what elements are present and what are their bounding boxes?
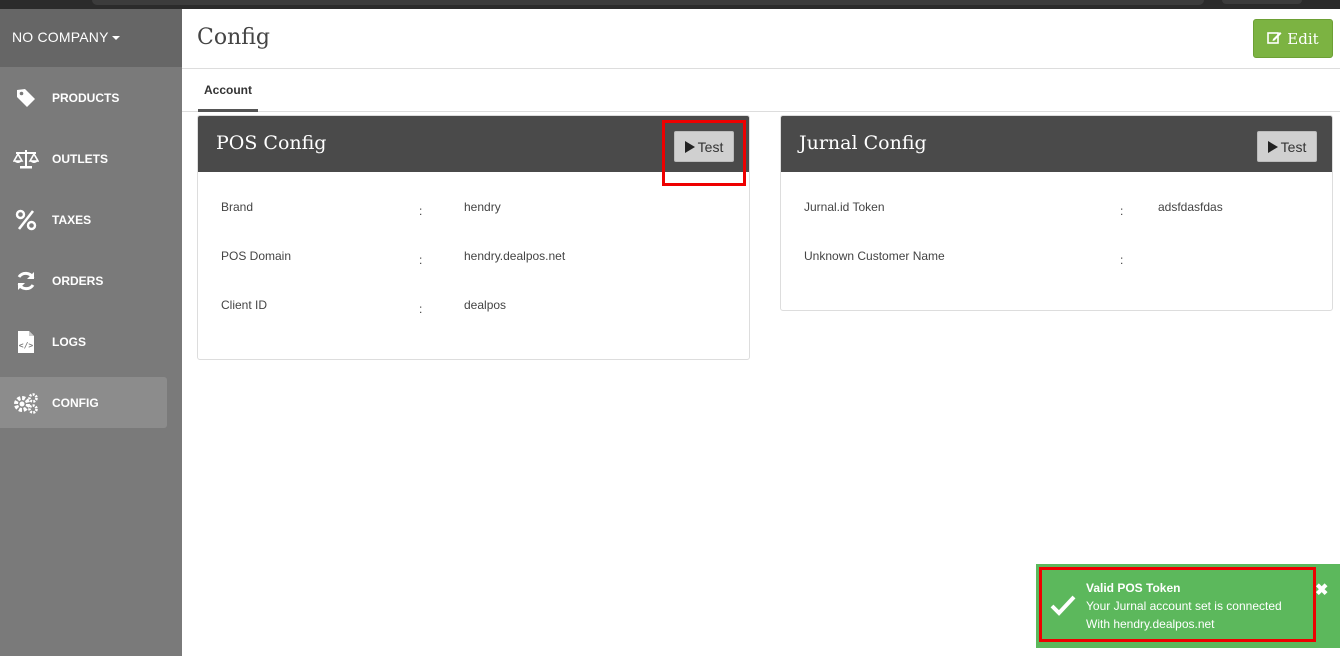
sidebar: NO COMPANY PRODUCTS OUTLETS TAXES ORDERS bbox=[0, 9, 182, 656]
company-label: NO COMPANY bbox=[12, 29, 109, 45]
row-separator: : bbox=[1120, 204, 1124, 218]
sidebar-item-label: TAXES bbox=[52, 212, 92, 227]
sidebar-item-label: CONFIG bbox=[52, 395, 99, 410]
code-file-icon: </> bbox=[0, 330, 52, 354]
balance-scale-icon bbox=[0, 148, 52, 170]
row-separator: : bbox=[419, 302, 423, 316]
sidebar-item-label: OUTLETS bbox=[52, 151, 108, 166]
jurnal-row-token: Jurnal.id Token : adsfdasfdas bbox=[781, 172, 1332, 221]
percent-icon bbox=[0, 209, 52, 231]
company-selector[interactable]: NO COMPANY bbox=[0, 9, 182, 67]
sidebar-item-label: PRODUCTS bbox=[52, 90, 120, 105]
close-icon[interactable]: ✖ bbox=[1315, 580, 1328, 600]
page-title: Config bbox=[197, 25, 271, 50]
row-value: hendry.dealpos.net bbox=[464, 249, 566, 263]
row-label: Jurnal.id Token bbox=[804, 200, 885, 214]
row-value: dealpos bbox=[464, 298, 507, 312]
caret-down-icon bbox=[111, 36, 120, 41]
row-label: Unknown Customer Name bbox=[804, 249, 945, 263]
sidebar-item-taxes[interactable]: TAXES bbox=[0, 189, 182, 250]
sidebar-item-label: ORDERS bbox=[52, 273, 104, 288]
tab-bar: Account bbox=[182, 69, 1340, 112]
refresh-icon bbox=[0, 270, 52, 292]
edit-button[interactable]: Edit bbox=[1253, 19, 1333, 58]
jurnal-config-title: Jurnal Config bbox=[799, 132, 927, 154]
pos-row-domain: POS Domain : hendry.dealpos.net bbox=[198, 221, 749, 270]
row-label: Client ID bbox=[221, 298, 268, 312]
test-label: Test bbox=[1280, 138, 1307, 155]
toast-highlight bbox=[1039, 567, 1316, 642]
edit-icon bbox=[1267, 30, 1282, 48]
browser-top-bar bbox=[0, 0, 1340, 9]
jurnal-config-card: Jurnal Config Test Jurnal.id Token : ads… bbox=[780, 115, 1333, 311]
sidebar-item-label: LOGS bbox=[52, 334, 87, 349]
sidebar-item-outlets[interactable]: OUTLETS bbox=[0, 128, 182, 189]
row-separator: : bbox=[1120, 253, 1124, 267]
address-bar bbox=[92, 0, 1204, 5]
pos-row-client-id: Client ID : dealpos bbox=[198, 270, 749, 319]
jurnal-test-button[interactable]: Test bbox=[1257, 131, 1317, 162]
jurnal-row-unknown-customer: Unknown Customer Name : bbox=[781, 221, 1332, 270]
tab-account[interactable]: Account bbox=[198, 69, 258, 112]
svg-text:</>: </> bbox=[19, 341, 34, 350]
play-icon bbox=[1267, 140, 1278, 153]
test-button-highlight bbox=[662, 120, 746, 186]
row-separator: : bbox=[419, 204, 423, 218]
cogs-icon bbox=[0, 392, 52, 414]
sidebar-nav: PRODUCTS OUTLETS TAXES ORDERS </> LOGS C… bbox=[0, 67, 182, 428]
browser-control bbox=[1222, 0, 1302, 4]
sidebar-item-config[interactable]: CONFIG bbox=[0, 377, 167, 428]
tag-icon bbox=[0, 87, 52, 109]
sidebar-item-orders[interactable]: ORDERS bbox=[0, 250, 182, 311]
pos-config-title: POS Config bbox=[216, 132, 327, 154]
sidebar-item-products[interactable]: PRODUCTS bbox=[0, 67, 182, 128]
row-value: hendry bbox=[464, 200, 501, 214]
row-separator: : bbox=[419, 253, 423, 267]
jurnal-config-header: Jurnal Config Test bbox=[781, 116, 1332, 172]
row-value: adsfdasfdas bbox=[1158, 200, 1223, 214]
row-label: POS Domain bbox=[221, 249, 292, 263]
sidebar-item-logs[interactable]: </> LOGS bbox=[0, 311, 182, 372]
row-label: Brand bbox=[221, 200, 254, 214]
edit-label: Edit bbox=[1287, 29, 1319, 48]
page-header: Config Edit bbox=[182, 9, 1340, 69]
